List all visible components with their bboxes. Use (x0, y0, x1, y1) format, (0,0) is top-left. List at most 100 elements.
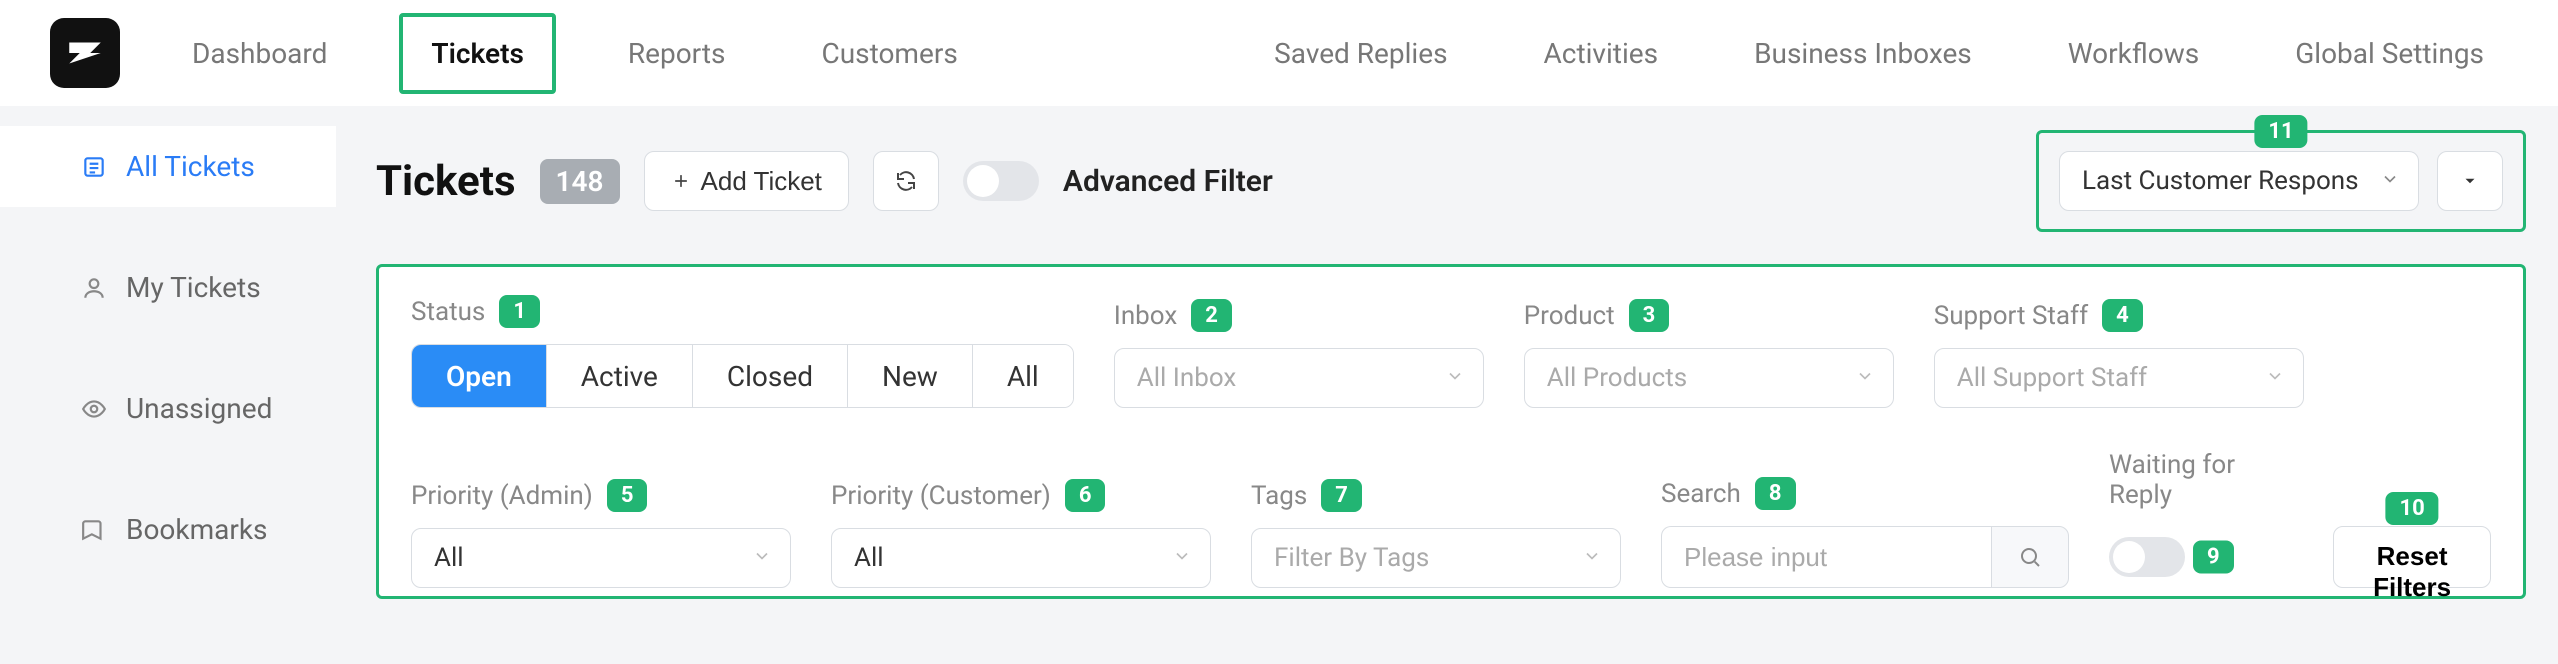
sidebar-my-tickets[interactable]: My Tickets (0, 247, 336, 328)
annotation-badge-10: 10 (2385, 492, 2438, 525)
ticket-count-badge: 148 (540, 159, 620, 204)
status-closed[interactable]: Closed (693, 345, 848, 407)
chevron-down-icon (1582, 543, 1602, 573)
sidebar: All Tickets My Tickets Unassigned Bookma… (0, 106, 336, 664)
status-open[interactable]: Open (412, 345, 547, 407)
chevron-down-icon (2265, 363, 2285, 393)
priority-admin-select[interactable]: All (411, 528, 791, 588)
priority-admin-value: All (434, 543, 464, 573)
inbox-select[interactable]: All Inbox (1114, 348, 1484, 408)
filter-waiting: Waiting for Reply 9 (2109, 450, 2253, 588)
inbox-label-text: Inbox (1114, 301, 1178, 331)
status-all[interactable]: All (973, 345, 1073, 407)
add-ticket-button[interactable]: Add Ticket (644, 151, 849, 211)
tags-placeholder: Filter By Tags (1274, 543, 1429, 573)
inbox-placeholder: All Inbox (1137, 363, 1237, 393)
nav-saved-replies[interactable]: Saved Replies (1250, 21, 1471, 86)
product-select[interactable]: All Products (1524, 348, 1894, 408)
status-segmented: Open Active Closed New All (411, 344, 1074, 408)
nav-business-inboxes[interactable]: Business Inboxes (1730, 21, 1996, 86)
priority-customer-label: Priority (Customer) 6 (831, 479, 1211, 512)
caret-down-icon (2461, 172, 2479, 190)
sidebar-unassigned[interactable]: Unassigned (0, 368, 336, 449)
filter-status-label: Status 1 (411, 295, 1074, 328)
annotation-badge-6: 6 (1065, 479, 1106, 512)
filter-row-1: Status 1 Open Active Closed New All Inbo… (411, 295, 2491, 408)
status-label-text: Status (411, 297, 485, 327)
tags-label: Tags 7 (1251, 479, 1621, 512)
advanced-filter-toggle[interactable] (963, 161, 1039, 201)
app-logo[interactable] (50, 18, 120, 88)
nav-workflows[interactable]: Workflows (2044, 21, 2223, 86)
waiting-label-text: Waiting for Reply (2109, 450, 2253, 510)
page-title: Tickets (376, 157, 516, 206)
filter-product: Product 3 All Products (1524, 299, 1894, 408)
annotation-badge-7: 7 (1321, 479, 1362, 512)
nav-activities[interactable]: Activities (1520, 21, 1683, 86)
filter-inbox: Inbox 2 All Inbox (1114, 299, 1484, 408)
sidebar-item-label: Unassigned (126, 392, 272, 425)
filter-inbox-label: Inbox 2 (1114, 299, 1484, 332)
main-content: Tickets 148 Add Ticket Advanced Filter 1… (336, 106, 2558, 664)
annotation-badge-2: 2 (1191, 299, 1232, 332)
filters-panel: Status 1 Open Active Closed New All Inbo… (376, 264, 2526, 599)
nav-tickets[interactable]: Tickets (399, 13, 555, 94)
sidebar-item-label: All Tickets (126, 150, 255, 183)
add-ticket-label: Add Ticket (701, 166, 822, 197)
refresh-icon (894, 169, 918, 193)
status-active[interactable]: Active (547, 345, 693, 407)
sidebar-all-tickets[interactable]: All Tickets (0, 126, 336, 207)
refresh-button[interactable] (873, 151, 939, 211)
nav-dashboard[interactable]: Dashboard (168, 21, 351, 86)
chevron-down-icon (1445, 363, 1465, 393)
priority-customer-value: All (854, 543, 884, 573)
annotation-badge-9: 9 (2193, 541, 2234, 574)
tags-select[interactable]: Filter By Tags (1251, 528, 1621, 588)
eye-icon (80, 395, 108, 423)
priority-customer-select[interactable]: All (831, 528, 1211, 588)
filter-row-2: Priority (Admin) 5 All Priority (Custome… (411, 450, 2491, 588)
list-icon (80, 153, 108, 181)
nav-reports[interactable]: Reports (604, 21, 750, 86)
filter-product-label: Product 3 (1524, 299, 1894, 332)
search-input[interactable] (1661, 526, 1991, 588)
priority-customer-text: Priority (Customer) (831, 481, 1051, 511)
search-wrap (1661, 526, 2069, 588)
reset-filters-button[interactable]: Reset Filters (2333, 526, 2491, 588)
filter-staff-label: Support Staff 4 (1934, 299, 2304, 332)
search-button[interactable] (1991, 526, 2069, 588)
waiting-label: Waiting for Reply (2109, 450, 2253, 510)
priority-admin-label: Priority (Admin) 5 (411, 479, 791, 512)
filter-status: Status 1 Open Active Closed New All (411, 295, 1074, 408)
waiting-toggle[interactable] (2109, 537, 2185, 577)
sidebar-bookmarks[interactable]: Bookmarks (0, 489, 336, 570)
annotation-badge-3: 3 (1629, 299, 1670, 332)
filter-priority-admin: Priority (Admin) 5 All (411, 479, 791, 588)
staff-placeholder: All Support Staff (1957, 363, 2147, 393)
nav-global-settings[interactable]: Global Settings (2271, 21, 2508, 86)
bookmark-icon (80, 516, 108, 544)
user-icon (80, 274, 108, 302)
chevron-down-icon (1855, 363, 1875, 393)
filter-search: Search 8 (1661, 477, 2069, 588)
staff-label-text: Support Staff (1934, 301, 2088, 331)
filter-priority-customer: Priority (Customer) 6 All (831, 479, 1211, 588)
nav-items-right: Saved Replies Activities Business Inboxe… (1250, 21, 2508, 86)
priority-admin-text: Priority (Admin) (411, 481, 593, 511)
sort-actions-button[interactable] (2437, 151, 2503, 211)
annotation-badge-1: 1 (499, 295, 540, 328)
chevron-down-icon (1172, 543, 1192, 573)
filter-support-staff: Support Staff 4 All Support Staff (1934, 299, 2304, 408)
sort-value: Last Customer Respons (2082, 166, 2359, 196)
annotation-badge-4: 4 (2102, 299, 2143, 332)
search-icon (2018, 545, 2042, 569)
staff-select[interactable]: All Support Staff (1934, 348, 2304, 408)
status-new[interactable]: New (848, 345, 973, 407)
filter-tags: Tags 7 Filter By Tags (1251, 479, 1621, 588)
sort-group: 11 Last Customer Respons (2036, 130, 2526, 232)
sort-select[interactable]: Last Customer Respons (2059, 151, 2419, 211)
nav-customers[interactable]: Customers (797, 21, 981, 86)
search-label: Search 8 (1661, 477, 2069, 510)
annotation-badge-8: 8 (1755, 477, 1796, 510)
sidebar-item-label: My Tickets (126, 271, 261, 304)
